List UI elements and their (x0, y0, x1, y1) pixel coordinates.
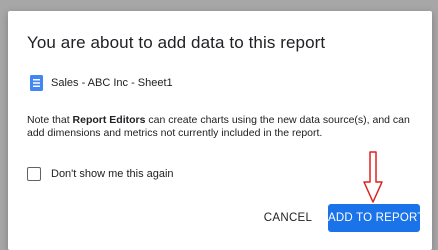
cancel-button[interactable]: CANCEL (259, 204, 317, 232)
add-data-dialog: You are about to add data to this report… (8, 11, 432, 250)
report-editors-note: Note that Report Editors can create char… (27, 114, 423, 140)
data-source-name: Sales - ABC Inc - Sheet1 (51, 77, 173, 89)
note-prefix: Note that (27, 114, 73, 126)
dont-show-again-checkbox[interactable] (27, 166, 41, 181)
dont-show-again-label[interactable]: Don't show me this again (51, 168, 174, 180)
dont-show-again-row[interactable]: Don't show me this again (27, 165, 174, 182)
red-arrow-down-icon (363, 151, 383, 203)
note-report-editors: Report Editors (72, 114, 146, 126)
data-source-row: Sales - ABC Inc - Sheet1 (30, 75, 173, 91)
dialog-title: You are about to add data to this report (27, 33, 326, 52)
add-to-report-button[interactable]: ADD TO REPORT (328, 204, 424, 232)
google-sheets-icon (30, 75, 43, 91)
